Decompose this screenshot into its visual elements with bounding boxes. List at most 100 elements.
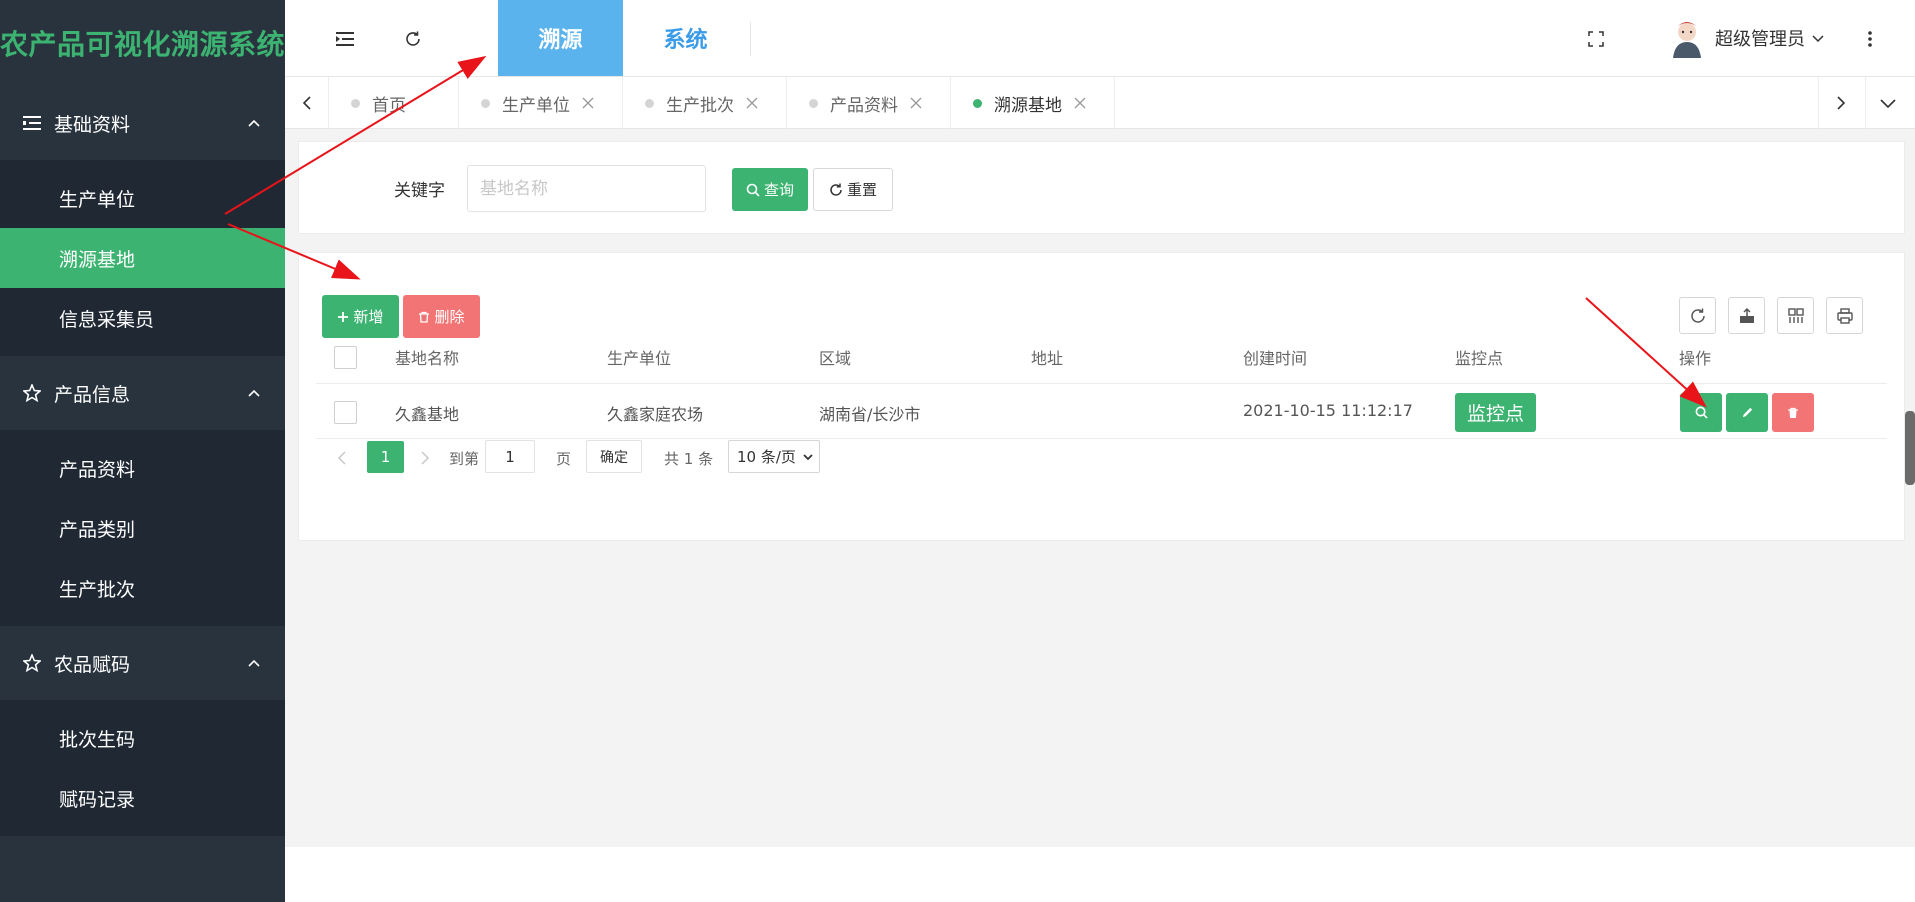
chevron-up-icon: [248, 389, 260, 397]
add-button[interactable]: 新增: [322, 295, 399, 338]
pager-goto-label: 到第: [449, 450, 480, 468]
star-icon: [22, 383, 42, 403]
chevron-down-icon: [803, 453, 813, 460]
avatar: [1673, 22, 1701, 58]
tab-dot-icon: [645, 98, 654, 108]
sidebar-item-collector[interactable]: 信息采集员: [0, 288, 285, 348]
sidebar-item-production-batch[interactable]: 生产批次: [0, 558, 285, 618]
row-delete-button[interactable]: [1772, 393, 1814, 432]
pager-page-label: 页: [556, 450, 572, 468]
col-header-created: 创建时间: [1243, 349, 1308, 368]
page-tab-label: 产品资料: [830, 95, 898, 116]
header-tab-trace[interactable]: 溯源: [498, 0, 623, 76]
row-checkbox[interactable]: [334, 401, 357, 424]
tabs-scroll-left-icon[interactable]: [285, 77, 329, 129]
col-header-unit: 生产单位: [607, 349, 672, 368]
more-vertical-icon[interactable]: [1855, 24, 1885, 54]
sidebar-item-batch-code[interactable]: 批次生码: [0, 708, 285, 768]
tab-dot-icon: [481, 98, 490, 108]
pager-confirm-button[interactable]: 确定: [586, 440, 642, 473]
app-root: 农产品可视化溯源系统 基础资料 生产单位 溯源基地 信息采集员 产品信息 产品资…: [0, 0, 1915, 902]
trash-icon: [419, 311, 430, 323]
query-button[interactable]: 查询: [732, 168, 808, 211]
query-label: 查询: [763, 181, 794, 199]
search-input[interactable]: [467, 165, 706, 212]
sidebar: 农产品可视化溯源系统 基础资料 生产单位 溯源基地 信息采集员 产品信息 产品资…: [0, 0, 285, 902]
page-size-value: 10 条/页: [737, 448, 796, 466]
page-tab-home[interactable]: 首页: [329, 77, 459, 129]
menu-group-basic[interactable]: 基础资料: [0, 86, 285, 160]
page-tab-product-info[interactable]: 产品资料: [787, 77, 951, 129]
cell-name: 久鑫基地: [395, 405, 460, 424]
close-icon[interactable]: [1074, 97, 1086, 109]
refresh-icon[interactable]: [398, 24, 428, 54]
reset-button[interactable]: 重置: [813, 168, 893, 211]
page-tab-label: 生产批次: [666, 95, 734, 116]
page-tab-production-unit[interactable]: 生产单位: [459, 77, 623, 129]
header-tab-system[interactable]: 系统: [623, 0, 748, 76]
star-icon: [22, 653, 42, 673]
page-tab-trace-base[interactable]: 溯源基地: [951, 77, 1115, 129]
view-button[interactable]: [1680, 393, 1722, 432]
header-divider: [750, 22, 751, 56]
reset-label: 重置: [846, 181, 877, 199]
close-icon[interactable]: [746, 97, 758, 109]
select-all-checkbox[interactable]: [334, 346, 357, 369]
pager-current-page[interactable]: 1: [367, 441, 404, 473]
tabs-scroll-right-icon[interactable]: [1818, 77, 1862, 129]
search-icon: [746, 183, 760, 197]
table-header-divider: [316, 383, 1887, 384]
list-icon: [22, 113, 42, 133]
page-tab-production-batch[interactable]: 生产批次: [623, 77, 787, 129]
page-tab-label: 首页: [372, 95, 406, 116]
pager-total: 共 1 条: [664, 450, 714, 468]
search-label: 关键字: [394, 181, 445, 201]
columns-icon[interactable]: [1777, 297, 1814, 334]
table-row-divider: [316, 438, 1887, 439]
table-refresh-icon[interactable]: [1679, 297, 1716, 334]
sidebar-item-production-unit[interactable]: 生产单位: [0, 168, 285, 228]
submenu-product: 产品资料 产品类别 生产批次: [0, 430, 285, 626]
sidebar-item-trace-base[interactable]: 溯源基地: [0, 228, 285, 288]
delete-label: 删除: [434, 308, 465, 326]
menu-group-label: 基础资料: [54, 113, 131, 136]
fullscreen-icon[interactable]: [1581, 24, 1611, 54]
menu-group-coding[interactable]: 农品赋码: [0, 626, 285, 700]
pager-next-icon[interactable]: [413, 443, 437, 473]
cell-created: 2021-10-15 11:12:17: [1243, 401, 1413, 420]
tab-dot-icon: [351, 98, 360, 108]
delete-button[interactable]: 删除: [403, 295, 480, 338]
col-header-address: 地址: [1031, 349, 1064, 368]
menu-group-label: 产品信息: [54, 383, 131, 406]
chevron-up-icon: [248, 659, 260, 667]
export-icon[interactable]: [1728, 297, 1765, 334]
table-card: 新增 删除 基地名称 生产单位 区域 地址 创建时间 监控点 操作 久鑫基地 久…: [298, 252, 1905, 541]
user-name: 超级管理员: [1715, 29, 1805, 50]
page-tabs-bar: 首页 生产单位 生产批次 产品资料 溯源基地: [285, 77, 1915, 129]
chevron-down-icon: [1812, 35, 1824, 43]
sidebar-item-code-record[interactable]: 赋码记录: [0, 768, 285, 828]
page-scrollbar[interactable]: [1905, 411, 1915, 485]
menu-group-product[interactable]: 产品信息: [0, 356, 285, 430]
edit-button[interactable]: [1726, 393, 1768, 432]
pager-goto-input[interactable]: [485, 440, 535, 473]
monitor-button[interactable]: 监控点: [1455, 393, 1536, 432]
tab-dot-icon: [809, 98, 818, 108]
close-icon[interactable]: [582, 97, 594, 109]
page-size-select[interactable]: 10 条/页: [728, 440, 820, 473]
col-header-name: 基地名称: [395, 349, 460, 368]
cell-unit: 久鑫家庭农场: [607, 405, 704, 424]
close-icon[interactable]: [910, 97, 922, 109]
sidebar-item-product-info[interactable]: 产品资料: [0, 438, 285, 498]
top-header: 溯源 系统 超级管理员: [285, 0, 1915, 77]
tabs-menu-chevron-down-icon[interactable]: [1865, 77, 1909, 129]
plus-icon: [338, 311, 349, 322]
pager-prev-icon[interactable]: [330, 443, 354, 473]
collapse-menu-icon[interactable]: [331, 24, 361, 54]
sidebar-item-product-category[interactable]: 产品类别: [0, 498, 285, 558]
app-logo-title: 农产品可视化溯源系统: [0, 28, 286, 61]
search-icon: [1695, 406, 1708, 419]
print-icon[interactable]: [1826, 297, 1863, 334]
submenu-coding: 批次生码 赋码记录: [0, 700, 285, 836]
user-menu[interactable]: 超级管理员: [1669, 18, 1825, 58]
